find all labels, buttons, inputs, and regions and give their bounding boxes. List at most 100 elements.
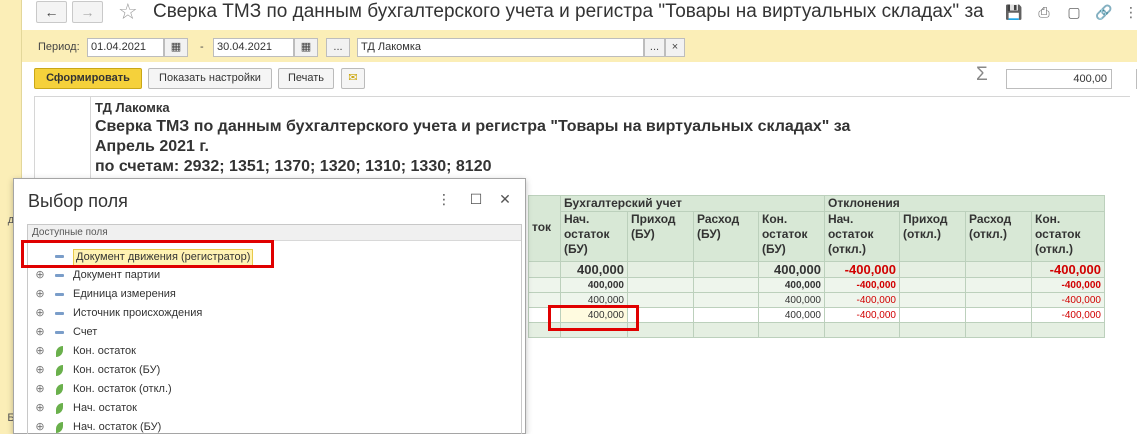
envelope-icon: ✉ bbox=[348, 72, 358, 84]
dialog-menu-icon[interactable]: ⋮ bbox=[434, 191, 454, 208]
print-button[interactable]: Печать bbox=[278, 68, 334, 89]
dialog-close-icon[interactable]: ✕ bbox=[495, 191, 515, 208]
generate-button[interactable]: Сформировать bbox=[34, 68, 142, 89]
table-cell bbox=[627, 261, 694, 278]
table-cell bbox=[965, 277, 1032, 293]
show-settings-button[interactable]: Показать настройки bbox=[148, 68, 272, 89]
table-cell[interactable]: 400,000 bbox=[758, 277, 825, 293]
print-icon[interactable]: ⎙ bbox=[1035, 3, 1053, 21]
organization-select-button[interactable]: ... bbox=[644, 38, 665, 57]
expand-icon[interactable]: ⊕ bbox=[34, 323, 46, 342]
back-button[interactable]: ← bbox=[36, 1, 67, 23]
table-cell bbox=[627, 277, 694, 293]
field-attribute-icon bbox=[53, 304, 65, 323]
table-cell bbox=[528, 277, 561, 293]
field-item[interactable]: ⊕ Нач. остаток bbox=[28, 399, 521, 418]
link-icon[interactable]: 🔗 bbox=[1095, 3, 1113, 21]
field-item-label: Кон. остаток (БУ) bbox=[73, 364, 161, 376]
arrow-left-icon: ← bbox=[44, 4, 59, 20]
expand-icon[interactable]: ⊕ bbox=[34, 266, 46, 285]
field-item[interactable]: ⊕ Кон. остаток (откл.) bbox=[28, 380, 521, 399]
column-header: Расход (откл.) bbox=[965, 211, 1032, 262]
more-icon[interactable]: ⋮ bbox=[1122, 3, 1137, 21]
report-title-line-3: по счетам: 2932; 1351; 1370; 1320; 1310;… bbox=[95, 158, 492, 175]
field-item[interactable]: ⊕ Документ партии bbox=[28, 266, 521, 285]
dialog-maximize-icon[interactable]: ☐ bbox=[466, 191, 486, 208]
sum-value-field: 400,00 bbox=[1006, 69, 1112, 89]
calendar-from-button[interactable]: ▦ bbox=[164, 38, 188, 57]
calendar-icon: ▦ bbox=[170, 41, 182, 53]
field-item[interactable]: ⊕ Источник происхождения bbox=[28, 304, 521, 323]
calendar-to-button[interactable]: ▦ bbox=[294, 38, 318, 57]
field-resource-icon bbox=[53, 342, 65, 361]
table-cell[interactable]: 400,000 bbox=[758, 292, 825, 308]
column-header: Нач. остаток (откл.) bbox=[824, 211, 900, 262]
dialog-title: Выбор поля bbox=[28, 191, 128, 211]
field-item[interactable]: ⊕ Кон. остаток bbox=[28, 342, 521, 361]
table-cell[interactable]: -400,000 bbox=[824, 292, 900, 308]
field-resource-icon bbox=[53, 361, 65, 380]
table-cell[interactable]: -400,000 bbox=[1031, 261, 1105, 278]
table-cell bbox=[758, 322, 825, 338]
table-cell[interactable]: -400,000 bbox=[1031, 292, 1105, 308]
calendar-icon: ▦ bbox=[300, 41, 312, 53]
group-header-deviations: Отклонения bbox=[824, 195, 1105, 212]
table-cell[interactable]: -400,000 bbox=[824, 277, 900, 293]
field-item-label: Счет bbox=[73, 326, 98, 338]
expand-icon[interactable]: ⊕ bbox=[34, 399, 46, 418]
table-cell bbox=[693, 277, 759, 293]
expand-icon[interactable]: ⊕ bbox=[34, 342, 46, 361]
field-item-label: Нач. остаток (БУ) bbox=[73, 421, 162, 433]
column-header: Расход (БУ) bbox=[693, 211, 759, 262]
table-cell[interactable]: -400,000 bbox=[1031, 277, 1105, 293]
cell-highlight-frame bbox=[548, 305, 639, 331]
group-header-accounting: Бухгалтерский учет bbox=[560, 195, 825, 212]
table-cell bbox=[899, 292, 966, 308]
table-cell bbox=[1031, 322, 1105, 338]
report-title-line-1: Сверка ТМЗ по данным бухгалтерского учет… bbox=[95, 118, 851, 135]
column-header: Приход (откл.) bbox=[899, 211, 966, 262]
field-resource-icon bbox=[53, 380, 65, 399]
forward-button[interactable]: → bbox=[72, 1, 103, 23]
table-cell[interactable]: -400,000 bbox=[824, 307, 900, 323]
report-title: Сверка ТМЗ по данным бухгалтерского учет… bbox=[95, 117, 850, 177]
date-from-field[interactable]: 01.04.2021 bbox=[87, 38, 164, 57]
table-cell[interactable]: 400,000 bbox=[560, 277, 628, 293]
table-cell[interactable]: 400,000 bbox=[758, 307, 825, 323]
table-header-cell bbox=[528, 195, 561, 212]
field-attribute-icon bbox=[53, 323, 65, 342]
field-item-label: Кон. остаток bbox=[73, 345, 136, 357]
table-cell bbox=[899, 277, 966, 293]
field-item[interactable]: ⊕ Нач. остаток (БУ) bbox=[28, 418, 521, 434]
table-cell[interactable]: 400,000 bbox=[758, 261, 825, 278]
organization-clear-button[interactable]: × bbox=[665, 38, 685, 57]
expand-icon[interactable]: ⊕ bbox=[34, 304, 46, 323]
table-row: 400,000 400,000 -400,000 -400,000 bbox=[528, 277, 1105, 293]
field-item-label: Кон. остаток (откл.) bbox=[73, 383, 172, 395]
column-header: Кон. остаток (БУ) bbox=[758, 211, 825, 262]
email-button[interactable]: ✉ bbox=[341, 68, 365, 89]
field-item-label: Документ партии bbox=[73, 269, 161, 281]
field-item[interactable]: ⊕ Единица измерения bbox=[28, 285, 521, 304]
field-item[interactable]: ⊕ Счет bbox=[28, 323, 521, 342]
expand-icon[interactable]: ⊕ bbox=[34, 285, 46, 304]
table-cell[interactable]: 400,000 bbox=[560, 261, 628, 278]
table-cell[interactable]: -400,000 bbox=[1031, 307, 1105, 323]
expand-icon[interactable]: ⊕ bbox=[34, 418, 46, 434]
field-item[interactable]: ⊕ Кон. остаток (БУ) bbox=[28, 361, 521, 380]
preview-icon[interactable]: ▢ bbox=[1065, 3, 1083, 21]
favorite-star-icon[interactable]: ☆ bbox=[118, 0, 138, 25]
organization-field[interactable]: ТД Лакомка bbox=[357, 38, 644, 57]
expand-icon[interactable]: ⊕ bbox=[34, 361, 46, 380]
save-icon[interactable]: 💾 bbox=[1005, 3, 1023, 21]
table-cell bbox=[899, 322, 966, 338]
report-title-line-2: Апрель 2021 г. bbox=[95, 138, 209, 155]
period-select-button[interactable]: ... bbox=[326, 38, 350, 57]
expand-icon[interactable]: ⊕ bbox=[34, 380, 46, 399]
date-to-field[interactable]: 30.04.2021 bbox=[213, 38, 294, 57]
window-title: Сверка ТМЗ по данным бухгалтерского учет… bbox=[153, 1, 984, 22]
table-cell bbox=[965, 292, 1032, 308]
table-row: 400,000 400,000 -400,000 -400,000 bbox=[528, 261, 1105, 278]
table-cell[interactable]: -400,000 bbox=[824, 261, 900, 278]
table-cell bbox=[693, 292, 759, 308]
